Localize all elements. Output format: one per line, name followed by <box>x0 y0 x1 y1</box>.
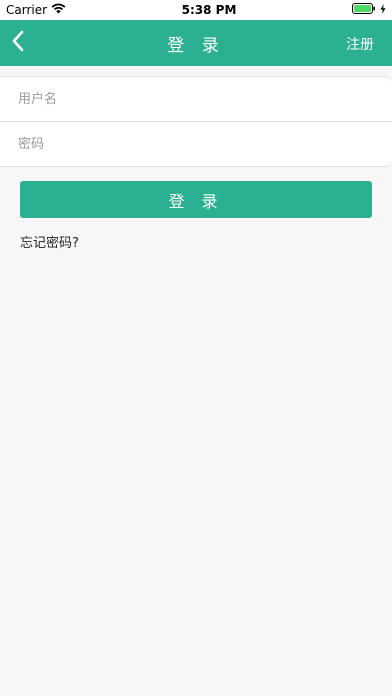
navigation-bar: 登 录 注册 <box>0 20 392 66</box>
carrier-label: Carrier <box>6 3 48 17</box>
charging-bolt-icon <box>380 3 386 17</box>
battery-icon <box>352 3 376 17</box>
login-form <box>0 76 392 167</box>
password-input[interactable] <box>16 135 376 153</box>
register-button[interactable]: 注册 <box>346 34 374 54</box>
status-right <box>352 3 386 17</box>
back-button[interactable] <box>4 28 32 58</box>
chevron-left-icon <box>11 30 25 56</box>
status-left: Carrier <box>6 3 66 17</box>
username-row <box>0 77 392 121</box>
status-bar: Carrier 5:38 PM <box>0 0 392 20</box>
forgot-password-link[interactable]: 忘记密码? <box>20 232 79 251</box>
username-input[interactable] <box>16 90 376 108</box>
status-time: 5:38 PM <box>181 3 237 17</box>
wifi-icon <box>51 3 66 17</box>
login-button[interactable]: 登 录 <box>20 181 372 218</box>
page-title: 登 录 <box>167 35 225 56</box>
password-row <box>0 121 392 166</box>
